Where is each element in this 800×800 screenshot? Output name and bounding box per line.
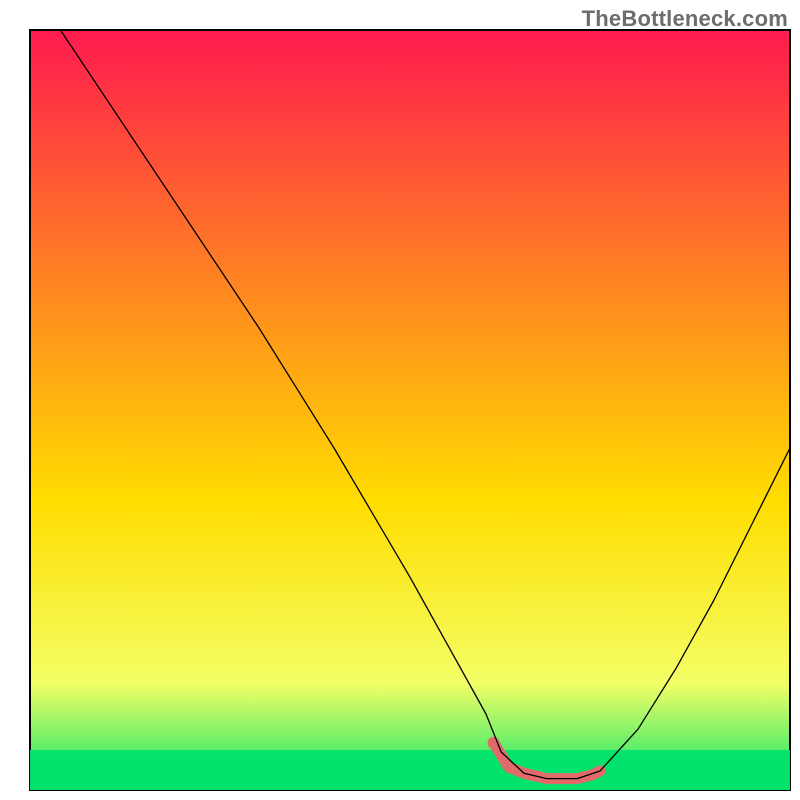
chart-svg xyxy=(0,0,800,800)
plot-background xyxy=(30,30,790,790)
bottleneck-chart: TheBottleneck.com xyxy=(0,0,800,800)
bottom-green-band xyxy=(30,750,790,790)
